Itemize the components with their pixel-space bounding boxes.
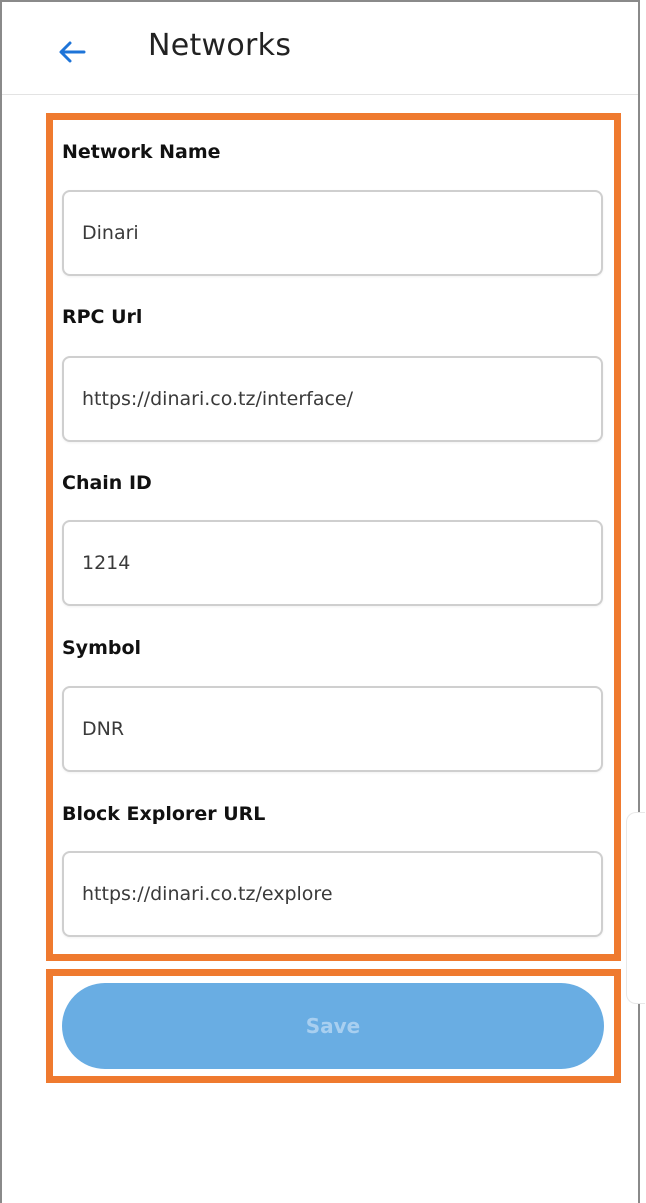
chain-id-input[interactable] (62, 520, 603, 606)
arrow-left-icon (59, 41, 86, 63)
side-panel-edge (626, 812, 645, 1004)
chain-id-label: Chain ID (62, 472, 152, 494)
network-name-label: Network Name (62, 141, 221, 163)
rpc-url-label: RPC Url (62, 306, 143, 328)
network-name-input[interactable] (62, 190, 603, 276)
save-button[interactable]: Save (62, 983, 604, 1069)
block-explorer-url-label: Block Explorer URL (62, 803, 266, 825)
symbol-input[interactable] (62, 686, 603, 772)
top-app-bar: Networks (2, 2, 638, 95)
block-explorer-url-input[interactable] (62, 851, 603, 937)
back-button[interactable] (52, 32, 92, 72)
symbol-label: Symbol (62, 637, 142, 659)
page-title: Networks (148, 28, 292, 63)
rpc-url-input[interactable] (62, 356, 603, 442)
